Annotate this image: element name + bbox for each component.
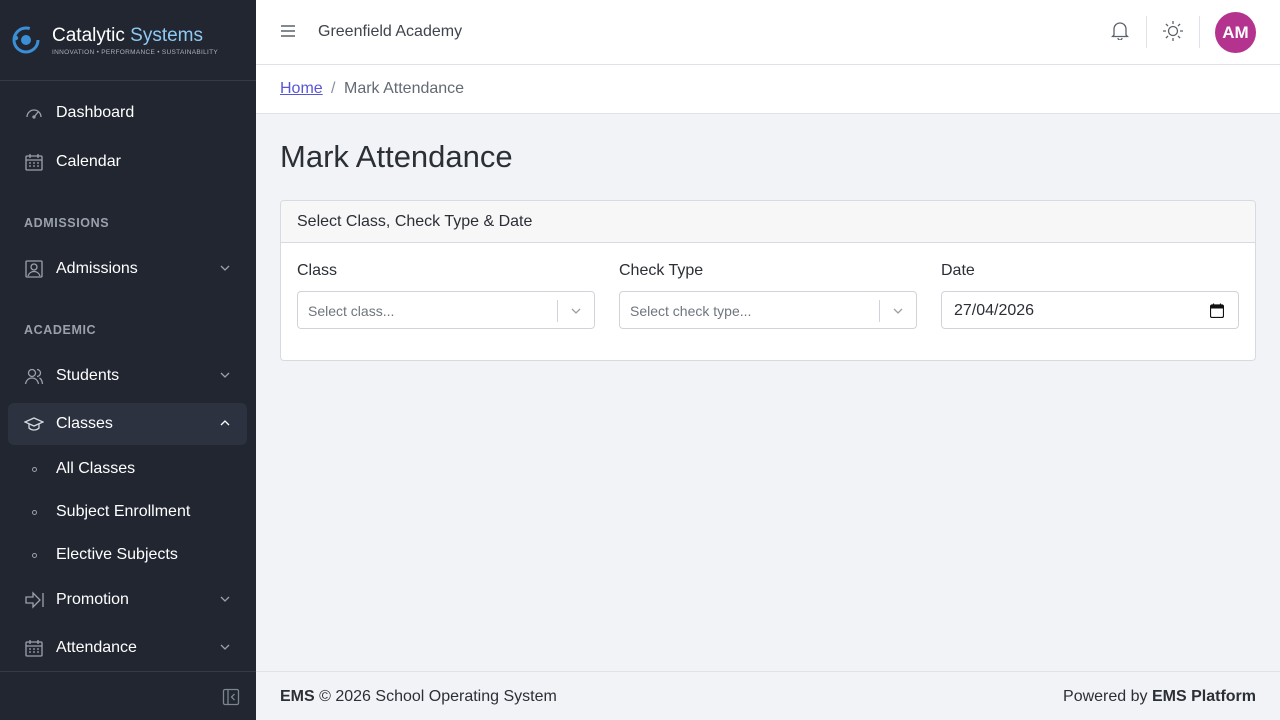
school-name[interactable]: Greenfield Academy bbox=[318, 23, 462, 41]
sidebar-item-label: Dashboard bbox=[56, 104, 135, 121]
card-header: Select Class, Check Type & Date bbox=[281, 201, 1255, 243]
date-value: 27/04/2026 bbox=[954, 302, 1035, 319]
admissions-icon bbox=[24, 259, 44, 279]
brand-name: Catalytic Systems bbox=[52, 24, 203, 46]
sidebar-item-promotion[interactable]: Promotion bbox=[8, 579, 247, 621]
check-type-select[interactable]: Select check type... bbox=[619, 291, 917, 329]
sidebar: Catalytic Systems INNOVATION • PERFORMAN… bbox=[0, 0, 256, 720]
breadcrumb-current: Mark Attendance bbox=[344, 80, 465, 97]
select-divider bbox=[879, 300, 880, 322]
date-label: Date bbox=[941, 262, 975, 279]
sidebar-item-calendar[interactable]: Calendar bbox=[8, 141, 247, 183]
header-divider bbox=[1146, 16, 1147, 48]
sidebar-subitem-elective-subjects[interactable]: Elective Subjects bbox=[56, 546, 178, 564]
calendar-picker-icon[interactable] bbox=[1210, 303, 1224, 318]
speedometer-icon bbox=[24, 103, 44, 123]
collapse-sidebar-icon[interactable] bbox=[222, 688, 240, 706]
chevron-down-icon[interactable] bbox=[892, 305, 904, 317]
sidebar-item-label: Attendance bbox=[56, 639, 137, 656]
bullet-icon bbox=[32, 467, 37, 472]
sidebar-item-label: Classes bbox=[56, 415, 113, 432]
sidebar-item-label: Admissions bbox=[56, 260, 138, 277]
chevron-down-icon bbox=[220, 372, 230, 378]
footer-platform-link[interactable]: EMS Platform bbox=[1152, 688, 1256, 705]
theme-toggle-sun-icon[interactable] bbox=[1162, 20, 1184, 42]
attendance-calendar-icon bbox=[24, 638, 44, 658]
select-divider bbox=[557, 300, 558, 322]
selection-card: Select Class, Check Type & Date Class Se… bbox=[280, 200, 1256, 361]
graduation-cap-icon bbox=[24, 414, 44, 434]
brand[interactable]: Catalytic Systems INNOVATION • PERFORMAN… bbox=[0, 0, 256, 81]
footer-powered-by: Powered by EMS Platform bbox=[1063, 688, 1256, 705]
class-select[interactable]: Select class... bbox=[297, 291, 595, 329]
catalytic-logo-icon bbox=[12, 26, 40, 54]
calendar-icon bbox=[24, 152, 44, 172]
top-header: Greenfield Academy AM bbox=[256, 0, 1280, 65]
date-input[interactable]: 27/04/2026 bbox=[941, 291, 1239, 329]
breadcrumb: Home / Mark Attendance bbox=[256, 65, 1280, 114]
chevron-up-icon bbox=[220, 420, 230, 426]
check-type-label: Check Type bbox=[619, 262, 704, 279]
sidebar-footer bbox=[0, 671, 256, 720]
brand-tagline: INNOVATION • PERFORMANCE • SUSTAINABILIT… bbox=[52, 48, 219, 56]
check-type-select-placeholder: Select check type... bbox=[630, 303, 752, 319]
page-title: Mark Attendance bbox=[280, 139, 513, 174]
avatar[interactable]: AM bbox=[1215, 12, 1256, 53]
sidebar-item-admissions[interactable]: Admissions bbox=[8, 248, 247, 290]
sidebar-item-label: Calendar bbox=[56, 153, 121, 170]
sidebar-subitem-subject-enrollment[interactable]: Subject Enrollment bbox=[56, 503, 190, 521]
sidebar-item-classes[interactable]: Classes bbox=[8, 403, 247, 445]
bullet-icon bbox=[32, 510, 37, 515]
chevron-down-icon bbox=[220, 265, 230, 271]
sidebar-item-label: Promotion bbox=[56, 591, 129, 608]
header-divider bbox=[1199, 16, 1200, 48]
promotion-arrow-icon bbox=[24, 590, 44, 610]
section-title-admissions: ADMISSIONS bbox=[24, 216, 110, 230]
footer-copyright: EMS © 2026 School Operating System bbox=[280, 688, 557, 705]
sidebar-item-dashboard[interactable]: Dashboard bbox=[8, 92, 247, 134]
notification-bell-icon[interactable] bbox=[1111, 20, 1129, 40]
sidebar-subitem-all-classes[interactable]: All Classes bbox=[56, 460, 135, 478]
bullet-icon bbox=[32, 553, 37, 558]
students-icon bbox=[24, 366, 44, 386]
chevron-down-icon[interactable] bbox=[570, 305, 582, 317]
class-select-placeholder: Select class... bbox=[308, 303, 395, 319]
section-title-academic: ACADEMIC bbox=[24, 323, 97, 337]
page-footer: EMS © 2026 School Operating System Power… bbox=[256, 671, 1280, 720]
sidebar-item-attendance[interactable]: Attendance bbox=[8, 627, 247, 669]
breadcrumb-home-link[interactable]: Home bbox=[280, 80, 323, 98]
chevron-down-icon bbox=[220, 644, 230, 650]
class-label: Class bbox=[297, 262, 338, 279]
breadcrumb-separator: / bbox=[331, 80, 336, 97]
sidebar-item-students[interactable]: Students bbox=[8, 355, 247, 397]
chevron-down-icon bbox=[220, 596, 230, 602]
menu-toggle-icon[interactable] bbox=[280, 23, 296, 39]
sidebar-item-label: Students bbox=[56, 367, 120, 384]
